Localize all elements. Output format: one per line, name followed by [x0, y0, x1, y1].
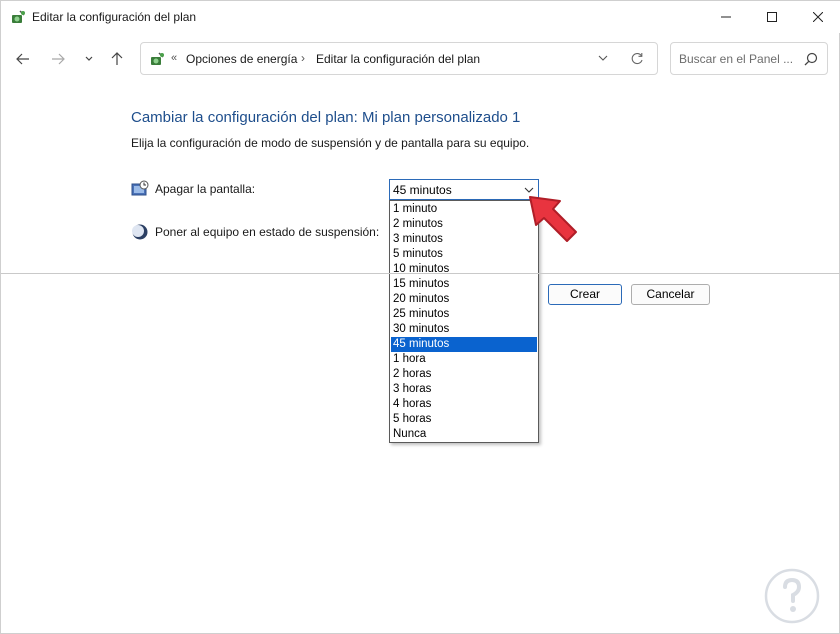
- arrow-right-icon: [52, 53, 65, 65]
- breadcrumb-power-options[interactable]: Opciones de energía: [186, 52, 297, 66]
- address-history-button[interactable]: [595, 50, 611, 66]
- arrow-up-icon: [111, 52, 123, 65]
- arrow-left-icon: [16, 53, 29, 65]
- maximize-button[interactable]: [749, 1, 795, 33]
- display-off-option[interactable]: 1 minuto: [391, 202, 537, 217]
- display-monitor-icon: [131, 180, 149, 196]
- display-off-option[interactable]: 2 minutos: [391, 217, 537, 232]
- display-off-option[interactable]: 25 minutos: [391, 307, 537, 322]
- window: Editar la configuración del plan « Opcio…: [0, 0, 840, 634]
- power-options-icon: [151, 52, 164, 65]
- minimize-icon: [721, 16, 731, 18]
- close-icon: [813, 12, 823, 22]
- recent-locations-button[interactable]: [77, 47, 101, 71]
- address-bar[interactable]: « Opciones de energía › Editar la config…: [140, 42, 658, 75]
- display-off-option[interactable]: 20 minutos: [391, 292, 537, 307]
- chevron-down-icon: [598, 55, 608, 61]
- pointer-arrow-icon: [529, 196, 577, 242]
- close-button[interactable]: [795, 1, 840, 33]
- display-off-option[interactable]: 10 minutos: [391, 262, 537, 277]
- display-off-option[interactable]: 4 horas: [391, 397, 537, 412]
- maximize-icon: [767, 12, 777, 22]
- display-off-options-list: 1 minuto 2 minutos 3 minutos 5 minutos 10 mi…: [389, 200, 539, 443]
- title-bar: Editar la configuración del plan: [1, 1, 840, 33]
- search-input[interactable]: Buscar en el Panel ...: [670, 42, 828, 75]
- sleep-moon-icon: [132, 224, 148, 240]
- divider: [1, 273, 840, 274]
- minimize-button[interactable]: [703, 1, 749, 33]
- display-off-option[interactable]: 5 horas: [391, 412, 537, 427]
- chevron-down-icon: [85, 56, 93, 61]
- display-off-label: Apagar la pantalla:: [155, 182, 256, 196]
- display-off-option[interactable]: 5 minutos: [391, 247, 537, 262]
- breadcrumb-edit-plan[interactable]: Editar la configuración del plan: [316, 52, 480, 66]
- breadcrumb-separator[interactable]: ›: [301, 51, 305, 65]
- display-off-option[interactable]: 3 horas: [391, 382, 537, 397]
- search-placeholder: Buscar en el Panel ...: [679, 52, 794, 66]
- address-overflow-chevron[interactable]: «: [171, 52, 177, 64]
- cancel-button[interactable]: Cancelar: [631, 284, 710, 305]
- display-off-option[interactable]: 3 minutos: [391, 232, 537, 247]
- forward-button[interactable]: [46, 47, 70, 71]
- watermark-logo-icon: [764, 568, 820, 624]
- page-subtitle: Elija la configuración de modo de suspen…: [131, 136, 530, 150]
- display-off-selected-value: 45 minutos: [393, 183, 452, 197]
- display-off-select[interactable]: 45 minutos: [389, 179, 539, 200]
- power-options-icon: [12, 10, 25, 23]
- refresh-button[interactable]: [628, 50, 646, 68]
- display-off-option[interactable]: 30 minutos: [391, 322, 537, 337]
- display-off-option[interactable]: Nunca: [391, 427, 537, 442]
- display-off-option[interactable]: 1 hora: [391, 352, 537, 367]
- display-off-option[interactable]: 2 horas: [391, 367, 537, 382]
- sleep-label: Poner al equipo en estado de suspensión:: [155, 225, 380, 239]
- up-button[interactable]: [105, 47, 129, 71]
- display-off-option[interactable]: 45 minutos: [391, 337, 537, 352]
- search-icon[interactable]: [804, 52, 818, 66]
- window-title: Editar la configuración del plan: [32, 10, 197, 24]
- page-title: Cambiar la configuración del plan: Mi pl…: [131, 109, 521, 126]
- refresh-icon: [631, 53, 643, 65]
- create-button[interactable]: Crear: [548, 284, 622, 305]
- back-button[interactable]: [11, 47, 35, 71]
- display-off-option[interactable]: 15 minutos: [391, 277, 537, 292]
